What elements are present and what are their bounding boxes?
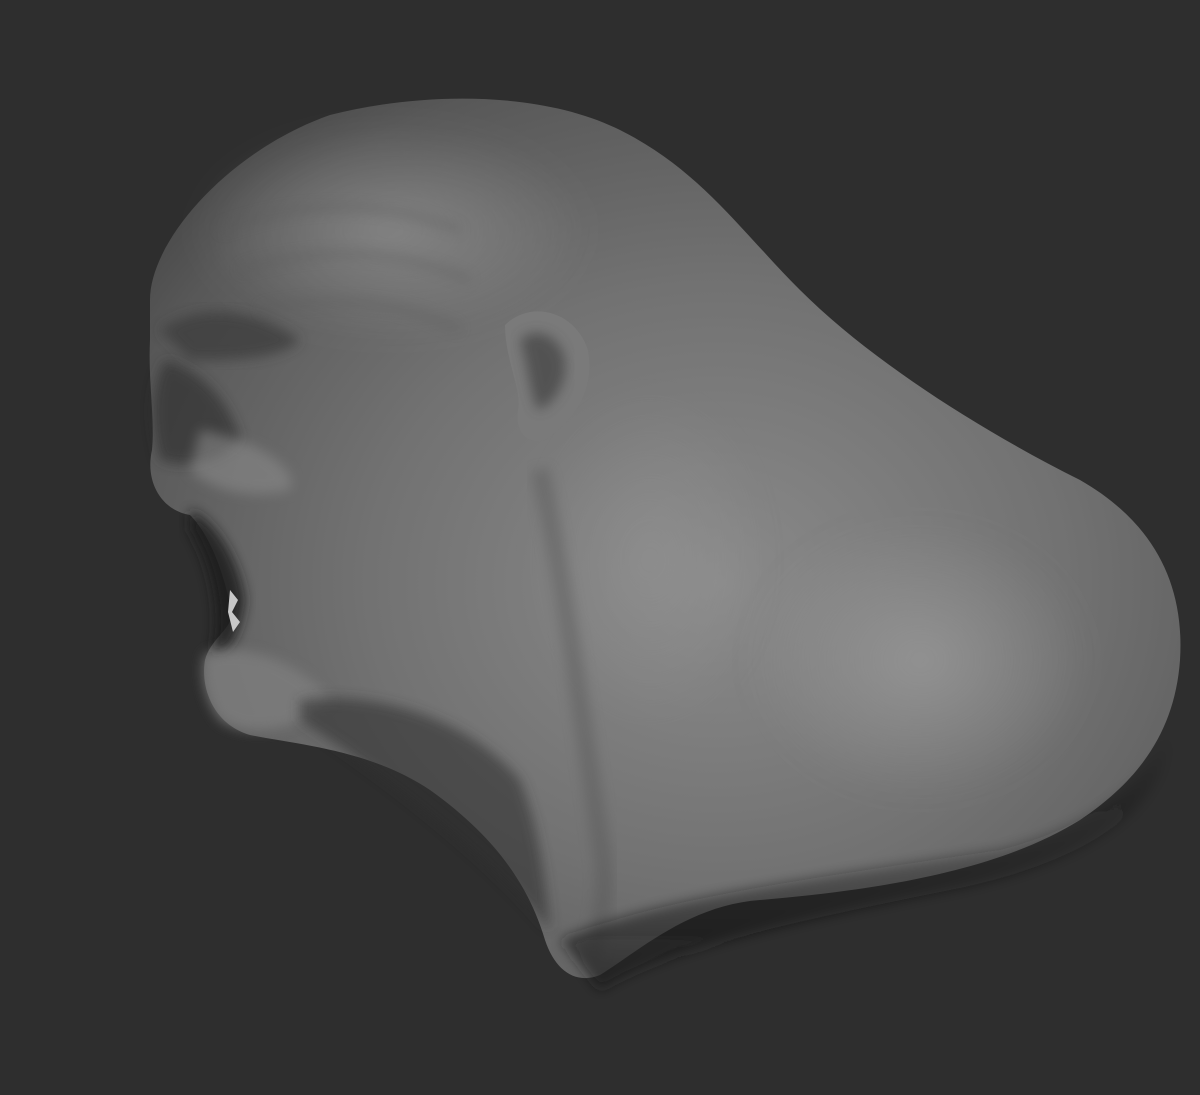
viewport-canvas[interactable]: [0, 0, 1200, 1095]
sculpt-render: [149, 98, 1181, 990]
shoulder-highlight: [750, 520, 1090, 800]
